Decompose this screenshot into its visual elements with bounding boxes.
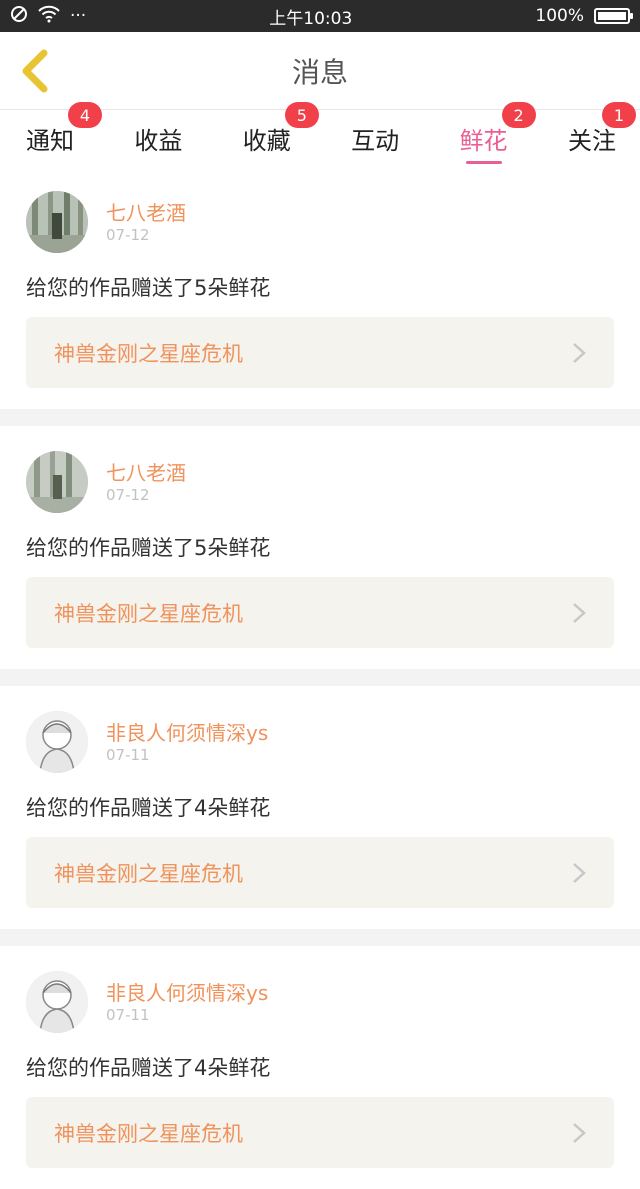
tab-badge: 2 <box>501 102 536 128</box>
status-left: ··· <box>10 5 86 28</box>
avatar[interactable] <box>26 191 88 253</box>
navbar: 消息 <box>0 32 640 110</box>
work-link[interactable]: 神兽金刚之星座危机 <box>26 837 614 908</box>
tab-follows[interactable]: 关注 1 <box>568 102 636 166</box>
message-text: 给您的作品赠送了5朵鲜花 <box>26 276 271 300</box>
work-link[interactable]: 神兽金刚之星座危机 <box>26 317 614 388</box>
tab-label: 鲜花 <box>459 126 508 155</box>
status-right: 100% <box>535 6 633 26</box>
message-text: 给您的作品赠送了4朵鲜花 <box>26 796 271 820</box>
tab-badge: 1 <box>601 102 636 128</box>
tab-label: 收益 <box>134 126 183 155</box>
tab-label: 互动 <box>351 126 400 155</box>
message-text: 给您的作品赠送了5朵鲜花 <box>26 536 271 560</box>
tab-label: 通知 <box>26 126 74 155</box>
tab-flowers[interactable]: 鲜花 2 <box>459 102 536 166</box>
tab-favorites[interactable]: 收藏 5 <box>242 102 319 166</box>
work-link[interactable]: 神兽金刚之星座危机 <box>26 577 614 648</box>
battery-icon <box>593 8 633 24</box>
back-button[interactable] <box>12 48 58 94</box>
avatar[interactable] <box>26 971 88 1033</box>
do-not-disturb-icon <box>10 5 28 28</box>
list-item: 七八老酒 07-12 给您的作品赠送了5朵鲜花 神兽金刚之星座危机 <box>0 426 640 669</box>
chevron-right-icon <box>573 862 586 883</box>
work-title: 神兽金刚之星座危机 <box>54 341 243 366</box>
work-title: 神兽金刚之星座危机 <box>54 1121 243 1146</box>
tab-label: 收藏 <box>242 126 291 155</box>
divider <box>0 409 640 426</box>
chevron-left-icon <box>22 49 48 93</box>
tab-bar: 通知 4 收益 收藏 5 互动 鲜花 2 关注 1 <box>0 102 640 166</box>
message-list: 七八老酒 07-12 给您的作品赠送了5朵鲜花 神兽金刚之星座危机 七八老酒 0… <box>0 166 640 1189</box>
user-name[interactable]: 非良人何须情深ys <box>106 977 268 1006</box>
list-item: 七八老酒 07-12 给您的作品赠送了5朵鲜花 神兽金刚之星座危机 <box>0 166 640 409</box>
avatar[interactable] <box>26 711 88 773</box>
active-tab-indicator <box>465 161 502 164</box>
work-title: 神兽金刚之星座危机 <box>54 601 243 626</box>
wifi-icon <box>38 5 60 28</box>
list-item: 非良人何须情深ys 07-11 给您的作品赠送了4朵鲜花 神兽金刚之星座危机 <box>0 686 640 929</box>
divider <box>0 929 640 946</box>
divider <box>0 669 640 686</box>
tab-notifications[interactable]: 通知 4 <box>26 102 102 166</box>
status-time: 上午10:03 <box>269 8 353 29</box>
overflow-dots: ··· <box>70 6 87 26</box>
message-date: 07-12 <box>106 226 150 244</box>
user-name[interactable]: 非良人何须情深ys <box>106 717 268 746</box>
battery-percent: 100% <box>535 6 584 26</box>
message-date: 07-11 <box>106 1006 150 1024</box>
work-title: 神兽金刚之星座危机 <box>54 861 243 886</box>
tab-badge: 5 <box>284 102 319 128</box>
message-text: 给您的作品赠送了4朵鲜花 <box>26 1056 271 1080</box>
message-date: 07-11 <box>106 746 150 764</box>
list-item: 非良人何须情深ys 07-11 给您的作品赠送了4朵鲜花 神兽金刚之星座危机 <box>0 946 640 1189</box>
chevron-right-icon <box>573 1122 586 1143</box>
user-name[interactable]: 七八老酒 <box>106 197 186 226</box>
status-bar: ··· 上午10:03 100% <box>0 0 640 32</box>
user-name[interactable]: 七八老酒 <box>106 457 186 486</box>
tab-badge: 4 <box>68 102 102 128</box>
work-link[interactable]: 神兽金刚之星座危机 <box>26 1097 614 1168</box>
chevron-right-icon <box>573 602 586 623</box>
page-title: 消息 <box>291 55 348 89</box>
message-date: 07-12 <box>106 486 150 504</box>
tab-earnings[interactable]: 收益 <box>134 110 182 166</box>
chevron-right-icon <box>573 342 586 363</box>
tab-interactions[interactable]: 互动 <box>351 110 399 166</box>
avatar[interactable] <box>26 451 88 513</box>
